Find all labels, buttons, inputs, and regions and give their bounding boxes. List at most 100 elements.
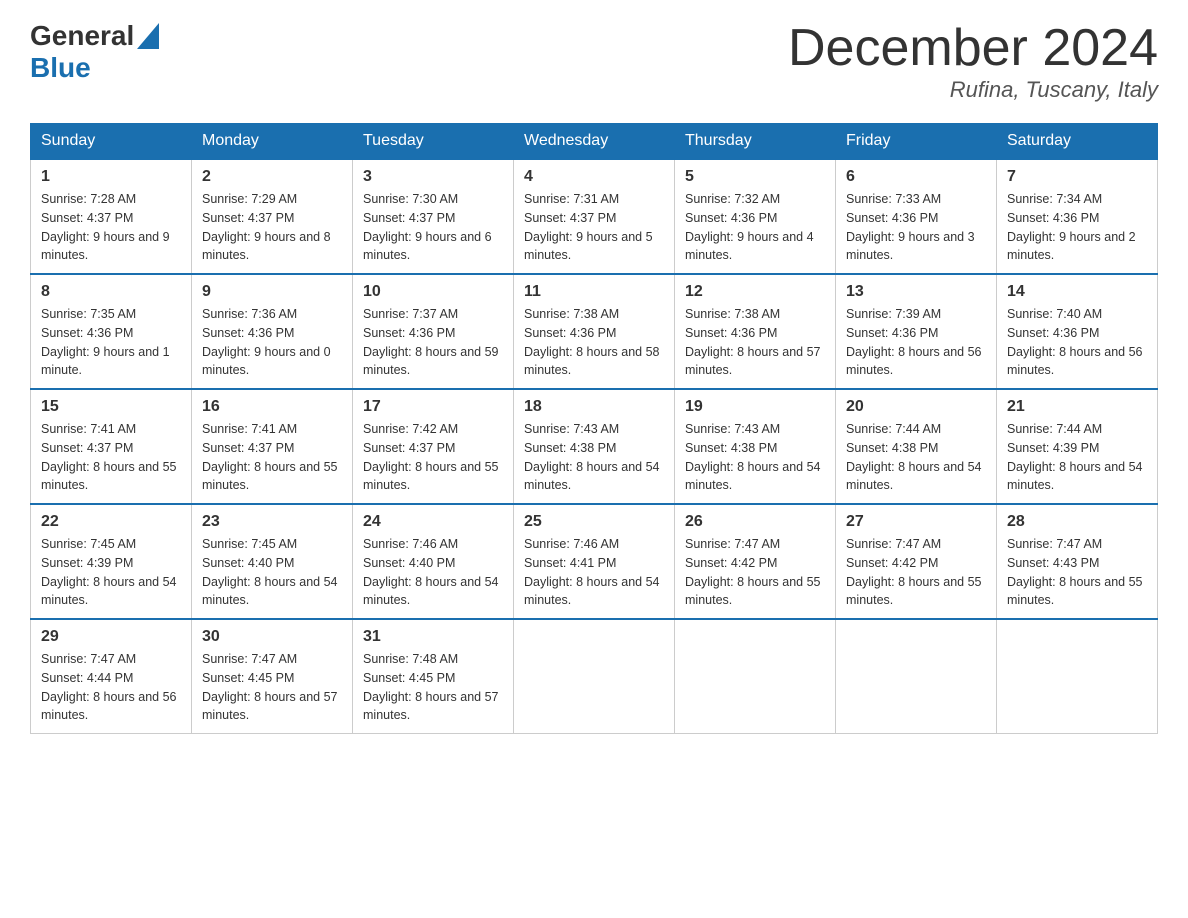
day-info: Sunrise: 7:31 AMSunset: 4:37 PMDaylight:… bbox=[524, 190, 664, 265]
logo-general-text: General bbox=[30, 20, 134, 52]
day-number: 10 bbox=[363, 283, 503, 301]
header-sunday: Sunday bbox=[31, 124, 192, 160]
day-number: 3 bbox=[363, 168, 503, 186]
calendar-week-row: 29 Sunrise: 7:47 AMSunset: 4:44 PMDayligh… bbox=[31, 619, 1158, 734]
calendar-day-cell: 30 Sunrise: 7:47 AMSunset: 4:45 PMDayligh… bbox=[192, 619, 353, 734]
day-info: Sunrise: 7:39 AMSunset: 4:36 PMDaylight:… bbox=[846, 305, 986, 380]
day-info: Sunrise: 7:36 AMSunset: 4:36 PMDaylight:… bbox=[202, 305, 342, 380]
calendar-week-row: 22 Sunrise: 7:45 AMSunset: 4:39 PMDayligh… bbox=[31, 504, 1158, 619]
day-info: Sunrise: 7:45 AMSunset: 4:39 PMDaylight:… bbox=[41, 535, 181, 610]
day-number: 15 bbox=[41, 398, 181, 416]
calendar-day-cell: 15 Sunrise: 7:41 AMSunset: 4:37 PMDayligh… bbox=[31, 389, 192, 504]
day-info: Sunrise: 7:37 AMSunset: 4:36 PMDaylight:… bbox=[363, 305, 503, 380]
day-number: 27 bbox=[846, 513, 986, 531]
day-info: Sunrise: 7:47 AMSunset: 4:44 PMDaylight:… bbox=[41, 650, 181, 725]
calendar-day-cell: 19Sunrise: 7:43 AMSunset: 4:38 PMDayligh… bbox=[675, 389, 836, 504]
day-number: 19 bbox=[685, 398, 825, 416]
logo-icon bbox=[137, 23, 159, 49]
calendar-day-cell: 29 Sunrise: 7:47 AMSunset: 4:44 PMDayligh… bbox=[31, 619, 192, 734]
calendar-day-cell: 2 Sunrise: 7:29 AMSunset: 4:37 PMDaylight… bbox=[192, 159, 353, 274]
day-number: 26 bbox=[685, 513, 825, 531]
calendar-day-cell: 17 Sunrise: 7:42 AMSunset: 4:37 PMDayligh… bbox=[353, 389, 514, 504]
calendar-empty-cell bbox=[514, 619, 675, 734]
day-info: Sunrise: 7:38 AMSunset: 4:36 PMDaylight:… bbox=[685, 305, 825, 380]
calendar-day-cell: 26 Sunrise: 7:47 AMSunset: 4:42 PMDayligh… bbox=[675, 504, 836, 619]
day-number: 29 bbox=[41, 628, 181, 646]
day-number: 30 bbox=[202, 628, 342, 646]
day-number: 6 bbox=[846, 168, 986, 186]
calendar-day-cell: 14Sunrise: 7:40 AMSunset: 4:36 PMDayligh… bbox=[997, 274, 1158, 389]
day-number: 22 bbox=[41, 513, 181, 531]
calendar-day-cell: 6 Sunrise: 7:33 AMSunset: 4:36 PMDaylight… bbox=[836, 159, 997, 274]
calendar-day-cell: 1Sunrise: 7:28 AMSunset: 4:37 PMDaylight… bbox=[31, 159, 192, 274]
day-number: 13 bbox=[846, 283, 986, 301]
calendar-day-cell: 12 Sunrise: 7:38 AMSunset: 4:36 PMDayligh… bbox=[675, 274, 836, 389]
day-info: Sunrise: 7:41 AMSunset: 4:37 PMDaylight:… bbox=[202, 420, 342, 495]
calendar-day-cell: 10 Sunrise: 7:37 AMSunset: 4:36 PMDayligh… bbox=[353, 274, 514, 389]
day-number: 16 bbox=[202, 398, 342, 416]
day-info: Sunrise: 7:47 AMSunset: 4:42 PMDaylight:… bbox=[846, 535, 986, 610]
header-thursday: Thursday bbox=[675, 124, 836, 160]
page-header: General Blue December 2024 Rufina, Tusca… bbox=[30, 20, 1158, 103]
day-info: Sunrise: 7:29 AMSunset: 4:37 PMDaylight:… bbox=[202, 190, 342, 265]
calendar-day-cell: 13 Sunrise: 7:39 AMSunset: 4:36 PMDayligh… bbox=[836, 274, 997, 389]
calendar-day-cell: 7Sunrise: 7:34 AMSunset: 4:36 PMDaylight… bbox=[997, 159, 1158, 274]
day-number: 5 bbox=[685, 168, 825, 186]
calendar-week-row: 8Sunrise: 7:35 AMSunset: 4:36 PMDaylight… bbox=[31, 274, 1158, 389]
calendar-day-cell: 28 Sunrise: 7:47 AMSunset: 4:43 PMDayligh… bbox=[997, 504, 1158, 619]
day-number: 28 bbox=[1007, 513, 1147, 531]
day-number: 18 bbox=[524, 398, 664, 416]
day-number: 21 bbox=[1007, 398, 1147, 416]
header-tuesday: Tuesday bbox=[353, 124, 514, 160]
logo-blue-text: Blue bbox=[30, 52, 91, 84]
calendar-empty-cell bbox=[997, 619, 1158, 734]
day-number: 12 bbox=[685, 283, 825, 301]
header-wednesday: Wednesday bbox=[514, 124, 675, 160]
header-saturday: Saturday bbox=[997, 124, 1158, 160]
day-info: Sunrise: 7:47 AMSunset: 4:43 PMDaylight:… bbox=[1007, 535, 1147, 610]
day-info: Sunrise: 7:47 AMSunset: 4:45 PMDaylight:… bbox=[202, 650, 342, 725]
day-info: Sunrise: 7:34 AMSunset: 4:36 PMDaylight:… bbox=[1007, 190, 1147, 265]
calendar-day-cell: 27 Sunrise: 7:47 AMSunset: 4:42 PMDayligh… bbox=[836, 504, 997, 619]
day-info: Sunrise: 7:43 AMSunset: 4:38 PMDaylight:… bbox=[524, 420, 664, 495]
calendar-table: SundayMondayTuesdayWednesdayThursdayFrid… bbox=[30, 123, 1158, 734]
day-number: 25 bbox=[524, 513, 664, 531]
calendar-day-cell: 31 Sunrise: 7:48 AMSunset: 4:45 PMDayligh… bbox=[353, 619, 514, 734]
day-info: Sunrise: 7:48 AMSunset: 4:45 PMDaylight:… bbox=[363, 650, 503, 725]
calendar-day-cell: 21 Sunrise: 7:44 AMSunset: 4:39 PMDayligh… bbox=[997, 389, 1158, 504]
day-number: 31 bbox=[363, 628, 503, 646]
calendar-day-cell: 9 Sunrise: 7:36 AMSunset: 4:36 PMDaylight… bbox=[192, 274, 353, 389]
calendar-day-cell: 11Sunrise: 7:38 AMSunset: 4:36 PMDayligh… bbox=[514, 274, 675, 389]
calendar-empty-cell bbox=[836, 619, 997, 734]
day-info: Sunrise: 7:42 AMSunset: 4:37 PMDaylight:… bbox=[363, 420, 503, 495]
day-number: 4 bbox=[524, 168, 664, 186]
day-info: Sunrise: 7:44 AMSunset: 4:38 PMDaylight:… bbox=[846, 420, 986, 495]
calendar-day-cell: 23 Sunrise: 7:45 AMSunset: 4:40 PMDayligh… bbox=[192, 504, 353, 619]
day-info: Sunrise: 7:47 AMSunset: 4:42 PMDaylight:… bbox=[685, 535, 825, 610]
day-number: 9 bbox=[202, 283, 342, 301]
day-info: Sunrise: 7:46 AMSunset: 4:40 PMDaylight:… bbox=[363, 535, 503, 610]
day-info: Sunrise: 7:46 AMSunset: 4:41 PMDaylight:… bbox=[524, 535, 664, 610]
day-info: Sunrise: 7:33 AMSunset: 4:36 PMDaylight:… bbox=[846, 190, 986, 265]
day-number: 8 bbox=[41, 283, 181, 301]
day-info: Sunrise: 7:32 AMSunset: 4:36 PMDaylight:… bbox=[685, 190, 825, 265]
day-info: Sunrise: 7:28 AMSunset: 4:37 PMDaylight:… bbox=[41, 190, 181, 265]
day-number: 24 bbox=[363, 513, 503, 531]
day-info: Sunrise: 7:45 AMSunset: 4:40 PMDaylight:… bbox=[202, 535, 342, 610]
calendar-day-cell: 24 Sunrise: 7:46 AMSunset: 4:40 PMDayligh… bbox=[353, 504, 514, 619]
day-info: Sunrise: 7:30 AMSunset: 4:37 PMDaylight:… bbox=[363, 190, 503, 265]
location-title: Rufina, Tuscany, Italy bbox=[788, 77, 1158, 103]
day-number: 2 bbox=[202, 168, 342, 186]
calendar-week-row: 1Sunrise: 7:28 AMSunset: 4:37 PMDaylight… bbox=[31, 159, 1158, 274]
day-info: Sunrise: 7:44 AMSunset: 4:39 PMDaylight:… bbox=[1007, 420, 1147, 495]
day-number: 17 bbox=[363, 398, 503, 416]
calendar-day-cell: 8Sunrise: 7:35 AMSunset: 4:36 PMDaylight… bbox=[31, 274, 192, 389]
calendar-day-cell: 3 Sunrise: 7:30 AMSunset: 4:37 PMDaylight… bbox=[353, 159, 514, 274]
day-info: Sunrise: 7:38 AMSunset: 4:36 PMDaylight:… bbox=[524, 305, 664, 380]
calendar-week-row: 15 Sunrise: 7:41 AMSunset: 4:37 PMDayligh… bbox=[31, 389, 1158, 504]
header-friday: Friday bbox=[836, 124, 997, 160]
calendar-day-cell: 22 Sunrise: 7:45 AMSunset: 4:39 PMDayligh… bbox=[31, 504, 192, 619]
day-number: 23 bbox=[202, 513, 342, 531]
day-info: Sunrise: 7:41 AMSunset: 4:37 PMDaylight:… bbox=[41, 420, 181, 495]
calendar-day-cell: 16 Sunrise: 7:41 AMSunset: 4:37 PMDayligh… bbox=[192, 389, 353, 504]
